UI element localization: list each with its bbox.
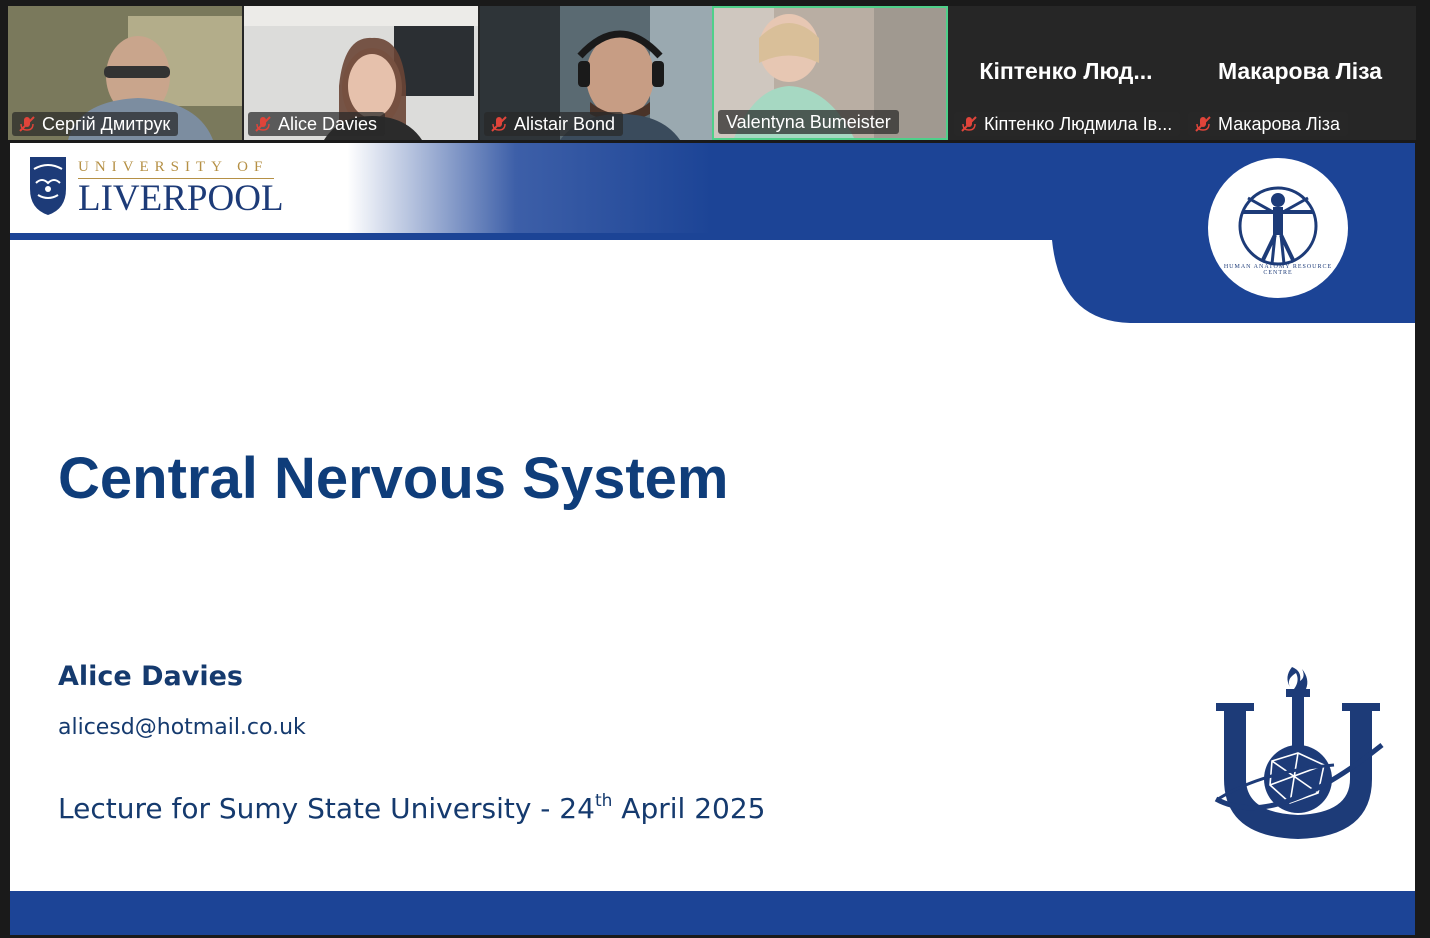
participant-name: Alice Davies: [278, 113, 378, 134]
participant-nameplate: Сергій Дмитрук: [12, 112, 179, 136]
muted-mic-icon: [961, 116, 977, 132]
participant-display-name: Кіптенко Люд...: [979, 58, 1153, 84]
participant-nameplate: Valentyna Bumeister: [718, 110, 899, 134]
participant-name: Кіптенко Людмила Ів...: [984, 113, 1173, 134]
participant-tile[interactable]: Макарова Ліза Макарова Ліза: [1184, 6, 1416, 140]
slide-title: Central Nervous System: [58, 446, 729, 511]
participant-name: Valentyna Bumeister: [726, 111, 891, 132]
muted-mic-icon: [255, 116, 271, 132]
lecture-ordinal: th: [594, 791, 613, 811]
participant-nameplate: Alistair Bond: [484, 112, 624, 136]
muted-mic-icon: [1195, 116, 1211, 132]
participant-tile[interactable]: Alice Davies: [244, 6, 478, 140]
lecture-suffix: April 2025: [612, 792, 766, 825]
liverpool-label: LIVERPOOL: [78, 178, 284, 219]
muted-mic-icon: [491, 116, 507, 132]
participant-nameplate: Alice Davies: [248, 112, 386, 136]
participant-name: Сергій Дмитрук: [42, 113, 171, 134]
slide-footer-bar: [10, 891, 1415, 935]
participant-name: Макарова Ліза: [1218, 113, 1340, 134]
participant-display-name: Макарова Ліза: [1217, 58, 1383, 84]
participant-name: Alistair Bond: [514, 113, 616, 134]
participant-strip: Сергій Дмитрук Alice Davies Alistair Bon…: [8, 6, 1416, 140]
university-of-liverpool-logo: UNIVERSITY OF LIVERPOOL: [28, 155, 284, 220]
vitruvian-man-icon: [1238, 186, 1318, 266]
sumy-state-university-logo: [1214, 667, 1384, 839]
participant-tile[interactable]: Сергій Дмитрук: [8, 6, 242, 140]
lecture-info: Lecture for Sumy State University - 24th…: [58, 791, 765, 825]
participant-tile-active-speaker[interactable]: Valentyna Bumeister: [712, 6, 948, 140]
university-of-label: UNIVERSITY OF: [78, 159, 269, 175]
anatomy-caption: HUMAN ANATOMY RESOURCE CENTRE: [1223, 264, 1333, 276]
meeting-window: Сергій Дмитрук Alice Davies Alistair Bon…: [0, 0, 1430, 938]
lecture-prefix: Lecture for Sumy State University - 24: [58, 792, 595, 825]
muted-mic-icon: [19, 116, 35, 132]
participant-nameplate: Кіптенко Людмила Ів...: [954, 112, 1181, 136]
human-anatomy-resource-centre-logo: HUMAN ANATOMY RESOURCE CENTRE: [1208, 158, 1348, 298]
author-email: alicesd@hotmail.co.uk: [58, 715, 306, 740]
shared-screen-slide: UNIVERSITY OF LIVERPOOL HUMAN ANATOMY RE…: [10, 143, 1415, 935]
participant-nameplate: Макарова Ліза: [1188, 112, 1348, 136]
author-name: Alice Davies: [58, 661, 243, 692]
participant-tile[interactable]: Кіптенко Люд... Кіптенко Людмила Ів...: [950, 6, 1182, 140]
liverpool-crest-icon: [30, 157, 66, 215]
participant-tile[interactable]: Alistair Bond: [480, 6, 712, 140]
